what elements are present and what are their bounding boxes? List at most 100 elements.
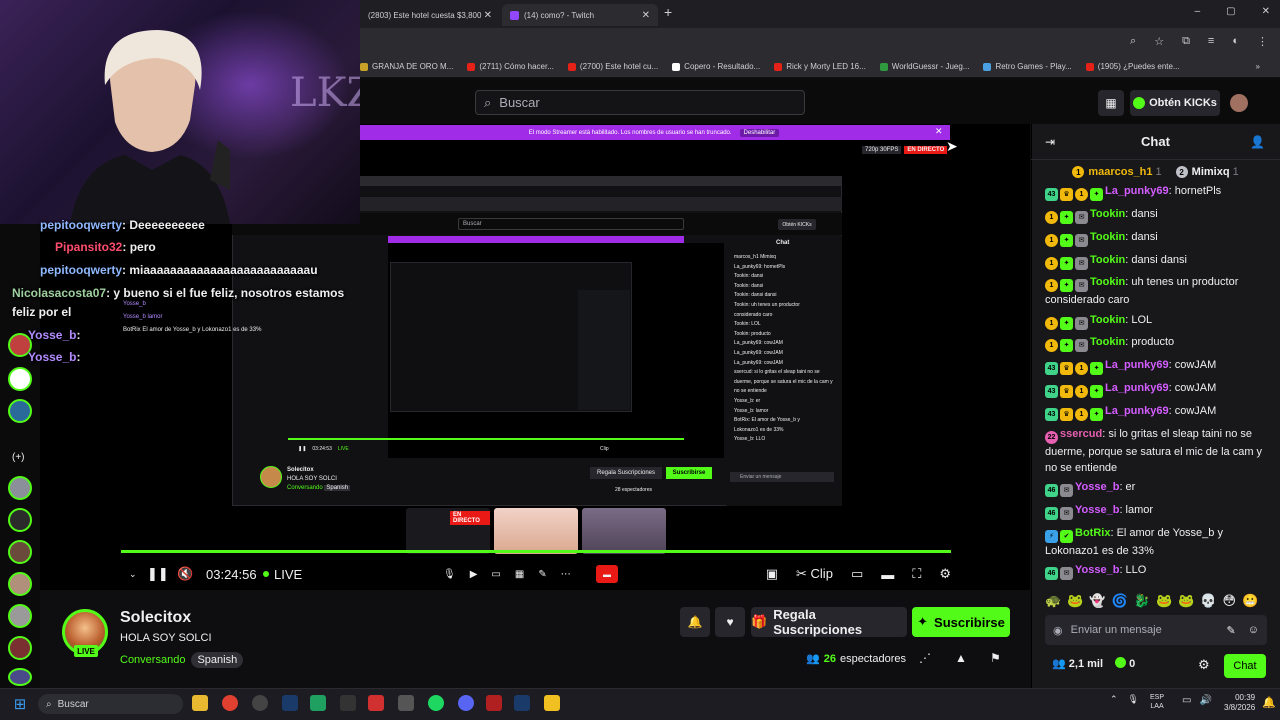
chat-message[interactable]: 1 ✦ ✉ Tookin: LOL [1045, 312, 1267, 330]
layout-button[interactable]: ▦ [1098, 90, 1124, 116]
thumbnail[interactable]: EN DIRECTO [406, 508, 490, 554]
bookmark-item[interactable]: Copero - Resultado... [672, 62, 760, 71]
streamer-name[interactable]: Solecitox [120, 609, 191, 627]
close-icon[interactable]: ✕ [484, 10, 492, 21]
chat-message[interactable]: 46 ✉ Yosse_b: LLO [1045, 562, 1267, 580]
emote-icon[interactable]: 🐸 [1178, 593, 1194, 609]
pen-icon[interactable]: ✎ [538, 569, 546, 580]
chat-message[interactable]: 46 ✉ Yosse_b: er [1045, 479, 1267, 497]
followed-channel-avatar[interactable] [8, 508, 32, 532]
bookmark-item[interactable]: (1905) ¿Puedes ente... [1085, 62, 1180, 71]
chat-username[interactable]: Tookin [1090, 231, 1125, 243]
reading-list-icon[interactable]: ≡ [1208, 35, 1214, 48]
clock[interactable]: 00:39 3/8/2026 [1224, 693, 1255, 713]
screen-icon[interactable]: ▭ [491, 569, 500, 580]
pause-button[interactable]: ❚❚ [147, 562, 169, 586]
send-chat-button[interactable]: Chat [1224, 654, 1266, 678]
miniplayer-icon[interactable]: ▬ [881, 567, 894, 582]
followed-channel-avatar[interactable] [8, 636, 32, 660]
emote-icon[interactable]: 👻 [1089, 593, 1105, 609]
chat-message[interactable]: 43 ♛ 1 ✦ La_punky69: cowJAM [1045, 357, 1267, 375]
chat-message[interactable]: 46 ✉ Yosse_b: lamor [1045, 502, 1267, 520]
chat-username[interactable]: La_punky69 [1105, 382, 1169, 394]
file-explorer-icon[interactable] [192, 695, 208, 711]
profile-icon[interactable]: ◐ [1232, 35, 1239, 48]
chat-username[interactable]: Tookin [1090, 314, 1125, 326]
discord-icon[interactable] [458, 695, 474, 711]
close-icon[interactable]: ✕ [935, 126, 943, 137]
mic-icon[interactable]: 🎙 [1128, 694, 1139, 705]
chat-message[interactable]: 1 ✦ ✉ Tookin: dansi [1045, 229, 1267, 247]
gifter-1[interactable]: 1 maarcos_h1 1 [1072, 166, 1162, 179]
collapse-chat-icon[interactable]: ⇥ [1045, 135, 1055, 149]
camera-icon[interactable]: ▶ [470, 569, 478, 580]
bookmark-item[interactable]: GRANJA DE ORO M... [360, 62, 453, 71]
chat-message[interactable]: 1 ✦ ✉ Tookin: uh tenes un productor conside… [1045, 274, 1267, 308]
more-icon[interactable]: ⋯ [561, 569, 571, 580]
taskbar-search[interactable]: ⌕ Buscar [38, 694, 183, 714]
bookmarks-overflow-icon[interactable]: » [1256, 62, 1260, 71]
bookmark-star-icon[interactable]: ☆ [1154, 35, 1164, 48]
app-icon[interactable] [310, 695, 326, 711]
language-indicator[interactable]: ESP LAA [1150, 693, 1164, 711]
emote-icon[interactable]: 🐉 [1134, 593, 1150, 609]
progress-bar[interactable] [121, 550, 951, 553]
get-kicks-button[interactable]: Obtén KICKs [1130, 90, 1220, 116]
chat-message[interactable]: 1 ✦ ✉ Tookin: dansi [1045, 206, 1267, 224]
chat-username[interactable]: Tookin [1090, 208, 1125, 220]
chat-username[interactable]: Tookin [1090, 276, 1125, 288]
emote-icon[interactable]: 💀 [1200, 593, 1216, 609]
app-icon[interactable] [340, 695, 356, 711]
thumbnail[interactable] [582, 508, 666, 554]
bookmark-item[interactable]: (2711) Cómo hacer... [467, 62, 554, 71]
translate-icon[interactable]: ✎ [1227, 624, 1236, 637]
emote-icon[interactable]: 😳 [1223, 593, 1237, 609]
thumbnail[interactable] [494, 508, 578, 554]
new-tab-button[interactable]: + [664, 4, 672, 20]
avatar[interactable] [1230, 94, 1248, 112]
app-icon[interactable] [252, 695, 268, 711]
stop-share-button[interactable]: ▬ [596, 565, 618, 583]
zoom-icon[interactable]: ⌕ [1130, 35, 1136, 48]
emote-icon[interactable]: 🐸 [1156, 593, 1172, 609]
spotify-icon[interactable] [428, 695, 444, 711]
followed-channel-avatar[interactable] [8, 668, 32, 686]
chat-input[interactable]: ◉ Enviar un mensaje ✎ ☺ [1045, 615, 1267, 645]
chat-users-icon[interactable]: 👤 [1250, 135, 1265, 149]
subscribe-button[interactable]: ✦ Suscribirse [912, 607, 1010, 637]
bookmark-item[interactable]: (2700) Este hotel cu... [567, 62, 658, 71]
language-tag[interactable]: Spanish [191, 652, 244, 668]
followed-channel-avatar[interactable] [8, 476, 32, 500]
share-icon[interactable]: ⋰ [919, 651, 931, 665]
user-add-icon[interactable]: ⚑ [990, 651, 1001, 665]
disable-streamer-mode-button[interactable]: Deshabilitar [739, 128, 780, 137]
followed-channel-avatar[interactable] [8, 399, 32, 423]
emote-icon[interactable]: 🐢 [1045, 593, 1061, 609]
chat-message[interactable]: 43 ♛ 1 ✦ La_punky69: cowJAM [1045, 380, 1267, 398]
gifter-2[interactable]: 2 Mimixq 1 [1175, 166, 1239, 179]
bookmark-item[interactable]: WorldGuessr - Jueg... [879, 62, 969, 71]
app-icon[interactable] [368, 695, 384, 711]
volume-icon[interactable]: 🔊 [1199, 695, 1211, 706]
chat-username[interactable]: Yosse_b [1075, 564, 1119, 576]
chat-username[interactable]: Yosse_b [1075, 504, 1119, 516]
steam-icon[interactable] [514, 695, 530, 711]
notification-icon[interactable]: 🔔 [1262, 696, 1276, 709]
browser-tab[interactable]: (2803) Este hotel cuesta $3,800 ✕ [360, 4, 500, 26]
report-icon[interactable]: ▲ [955, 651, 967, 665]
emote-icon[interactable]: 🐸 [1067, 593, 1083, 609]
windows-start-icon[interactable]: ⊞ [12, 696, 28, 713]
extensions-icon[interactable]: ⧉ [1182, 35, 1190, 48]
chrome-icon[interactable] [222, 695, 238, 711]
maximize-button[interactable]: ▢ [1226, 6, 1235, 17]
smile-icon[interactable]: ☺ [1248, 624, 1259, 637]
chat-message[interactable]: 43 ♛ 1 ✦ La_punky69: hornetPls [1045, 183, 1267, 201]
followed-channel-avatar[interactable] [8, 540, 32, 564]
chat-username[interactable]: Yosse_b [1075, 481, 1119, 493]
chevron-up-icon[interactable]: ⌃ [1110, 694, 1118, 705]
chat-message[interactable]: 43 ♛ 1 ✦ La_punky69: cowJAM [1045, 403, 1267, 421]
notifications-button[interactable]: 🔔 [680, 607, 710, 637]
settings-icon[interactable]: ⚙ [939, 566, 951, 582]
chevron-down-icon[interactable]: ⌄ [129, 562, 137, 586]
expand-icon[interactable]: (+) [12, 452, 25, 463]
